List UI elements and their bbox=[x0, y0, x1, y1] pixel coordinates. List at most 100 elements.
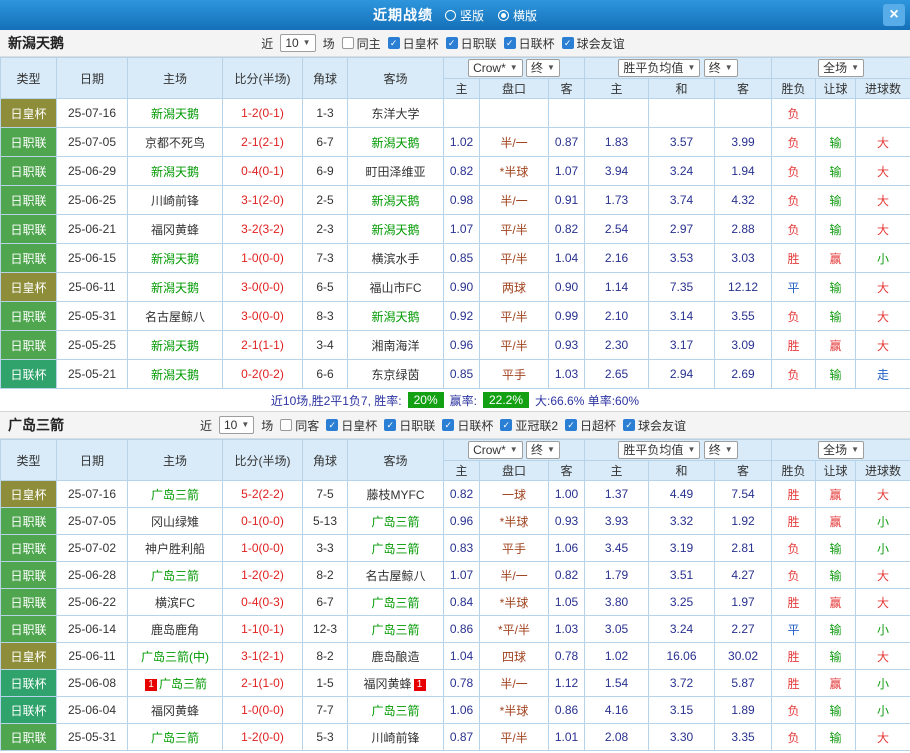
home-team[interactable]: 鹿岛鹿角 bbox=[127, 615, 223, 643]
home-team[interactable]: 广岛三箭 bbox=[127, 723, 223, 751]
recent-count-select[interactable]: 10 bbox=[280, 34, 316, 52]
match-row: 日职联 25-07-05 京都不死鸟 2-1(2-1) 6-7 新潟天鹅 1.0… bbox=[0, 127, 910, 157]
league-filter-checkbox[interactable]: 日皇杯 bbox=[387, 35, 439, 52]
away-team[interactable]: 广岛三箭 bbox=[347, 696, 444, 724]
away-team[interactable]: 湘南海洋 bbox=[347, 330, 444, 360]
checkbox-checked-icon bbox=[442, 419, 455, 431]
handicap-odds-group: Crow* 终 bbox=[442, 439, 586, 461]
away-team[interactable]: 广岛三箭 bbox=[347, 615, 444, 643]
league-filter-checkbox[interactable]: 球会友谊 bbox=[623, 417, 686, 434]
avg-home-odds: 1.02 bbox=[584, 642, 650, 670]
away-team[interactable]: 广岛三箭 bbox=[347, 534, 444, 562]
home-team[interactable]: 名古屋鲸八 bbox=[127, 301, 223, 331]
league-filter-checkbox[interactable]: 日超杯 bbox=[565, 417, 616, 434]
final-odds-select[interactable]: 终 bbox=[526, 59, 560, 77]
corners: 8-2 bbox=[302, 561, 348, 589]
away-team[interactable]: 福山市FC bbox=[347, 272, 444, 302]
avg-draw-odds: 3.32 bbox=[648, 507, 716, 535]
home-team[interactable]: 横滨FC bbox=[127, 588, 223, 616]
home-team[interactable]: 新潟天鹅 bbox=[127, 156, 223, 186]
home-team[interactable]: 新潟天鹅 bbox=[127, 243, 223, 273]
league-filter-checkbox[interactable]: 日职联 bbox=[384, 417, 435, 434]
match-date: 25-06-25 bbox=[56, 185, 128, 215]
away-team[interactable]: 新潟天鹅 bbox=[347, 127, 444, 157]
away-team[interactable]: 新潟天鹅 bbox=[347, 185, 444, 215]
team-name: 新潟天鹅 bbox=[8, 35, 64, 51]
full-match-select[interactable]: 全场 bbox=[818, 59, 865, 77]
home-team[interactable]: 神户胜利船 bbox=[127, 534, 223, 562]
away-team[interactable]: 广岛三箭 bbox=[347, 507, 444, 535]
competition-badge: 日职联 bbox=[0, 214, 57, 244]
league-filter-checkbox[interactable]: 亚冠联2 bbox=[500, 417, 558, 434]
league-filter-checkbox[interactable]: 日联杯 bbox=[503, 35, 555, 52]
league-filter-checkbox[interactable]: 日职联 bbox=[445, 35, 497, 52]
final-odds-select[interactable]: 终 bbox=[703, 441, 738, 459]
home-team[interactable]: 新潟天鹅 bbox=[127, 330, 223, 360]
competition-badge: 日职联 bbox=[0, 185, 57, 215]
chevron-down-icon bbox=[241, 418, 249, 432]
competition-badge: 日职联 bbox=[0, 615, 57, 643]
bookmaker-select[interactable]: Crow* bbox=[468, 59, 523, 77]
corners: 3-4 bbox=[302, 330, 348, 360]
away-team[interactable]: 新潟天鹅 bbox=[347, 301, 444, 331]
match-row: 日皇杯 25-06-11 广岛三箭(中) 3-1(2-1) 8-2 鹿岛酿造 1… bbox=[0, 642, 910, 670]
recent-count-select[interactable]: 10 bbox=[218, 416, 255, 434]
home-team[interactable]: 福冈黄蜂 bbox=[127, 214, 223, 244]
competition-badge: 日职联 bbox=[0, 507, 57, 535]
handicap-away-odds: 1.03 bbox=[547, 615, 586, 643]
vertical-layout-radio[interactable]: 竖版 bbox=[444, 7, 484, 24]
home-team[interactable]: 冈山绿雉 bbox=[127, 507, 223, 535]
league-filter-checkbox[interactable]: 日联杯 bbox=[442, 417, 493, 434]
close-button[interactable]: × bbox=[883, 4, 905, 26]
same-home-checkbox[interactable]: 同主 bbox=[341, 35, 381, 52]
avg-draw-odds: 3.19 bbox=[648, 534, 716, 562]
bookmaker-select[interactable]: Crow* bbox=[468, 441, 523, 459]
handicap-line: 半/一 bbox=[479, 669, 549, 697]
away-team[interactable]: 东洋大学 bbox=[347, 98, 444, 128]
home-team[interactable]: 广岛三箭 bbox=[127, 561, 223, 589]
competition-badge: 日皇杯 bbox=[0, 642, 57, 670]
avg-away-odds: 5.87 bbox=[714, 669, 773, 697]
away-team[interactable]: 东京绿茵 bbox=[347, 359, 444, 389]
away-team[interactable]: 鹿岛酿造 bbox=[347, 642, 444, 670]
match-date: 25-07-16 bbox=[56, 480, 128, 508]
same-away-checkbox[interactable]: 同客 bbox=[280, 417, 319, 434]
away-team[interactable]: 川崎前锋 bbox=[347, 723, 444, 751]
home-team[interactable]: 京都不死鸟 bbox=[127, 127, 223, 157]
away-team[interactable]: 广岛三箭 bbox=[347, 588, 444, 616]
score: 1-0(0-0) bbox=[222, 696, 303, 724]
goals-result: 大 bbox=[855, 301, 910, 331]
home-team[interactable]: 福冈黄蜂 bbox=[127, 696, 223, 724]
home-team[interactable]: 新潟天鹅 bbox=[127, 359, 223, 389]
horizontal-layout-radio[interactable]: 横版 bbox=[498, 7, 537, 24]
home-team[interactable]: 新潟天鹅 bbox=[127, 98, 223, 128]
home-team[interactable]: 1 广岛三箭 bbox=[127, 669, 223, 697]
home-team[interactable]: 川崎前锋 bbox=[127, 185, 223, 215]
away-team[interactable]: 新潟天鹅 bbox=[347, 214, 444, 244]
match-date: 25-06-14 bbox=[56, 615, 128, 643]
away-team[interactable]: 福冈黄蜂 1 bbox=[347, 669, 444, 697]
league-filter-checkbox[interactable]: 日皇杯 bbox=[326, 417, 377, 434]
away-team[interactable]: 名古屋鲸八 bbox=[347, 561, 444, 589]
away-team[interactable]: 町田泽维亚 bbox=[347, 156, 444, 186]
wdl-result: 负 bbox=[771, 534, 817, 562]
away-team[interactable]: 藤枝MYFC bbox=[347, 480, 444, 508]
win-rate-badge: 20% bbox=[407, 392, 444, 408]
full-match-select[interactable]: 全场 bbox=[818, 441, 865, 459]
handicap-home-odds: 0.83 bbox=[443, 534, 480, 562]
avg-home-odds: 1.54 bbox=[584, 669, 650, 697]
avg-odds-select[interactable]: 胜平负均值 bbox=[618, 441, 701, 459]
match-row: 日职联 25-06-29 新潟天鹅 0-4(0-1) 6-9 町田泽维亚 0.8… bbox=[0, 156, 910, 186]
col-odds-away: 客 bbox=[714, 78, 773, 99]
home-team[interactable]: 广岛三箭(中) bbox=[127, 642, 223, 670]
final-odds-select[interactable]: 终 bbox=[703, 59, 738, 77]
competition-badge: 日职联 bbox=[0, 534, 57, 562]
home-team[interactable]: 新潟天鹅 bbox=[127, 272, 223, 302]
home-team[interactable]: 广岛三箭 bbox=[127, 480, 223, 508]
goals-result: 大 bbox=[855, 214, 910, 244]
final-odds-select[interactable]: 终 bbox=[526, 441, 560, 459]
away-team[interactable]: 横滨水手 bbox=[347, 243, 444, 273]
league-filter-checkbox[interactable]: 球会友谊 bbox=[561, 35, 625, 52]
handicap-away-odds: 1.03 bbox=[547, 359, 586, 389]
avg-odds-select[interactable]: 胜平负均值 bbox=[618, 59, 701, 77]
